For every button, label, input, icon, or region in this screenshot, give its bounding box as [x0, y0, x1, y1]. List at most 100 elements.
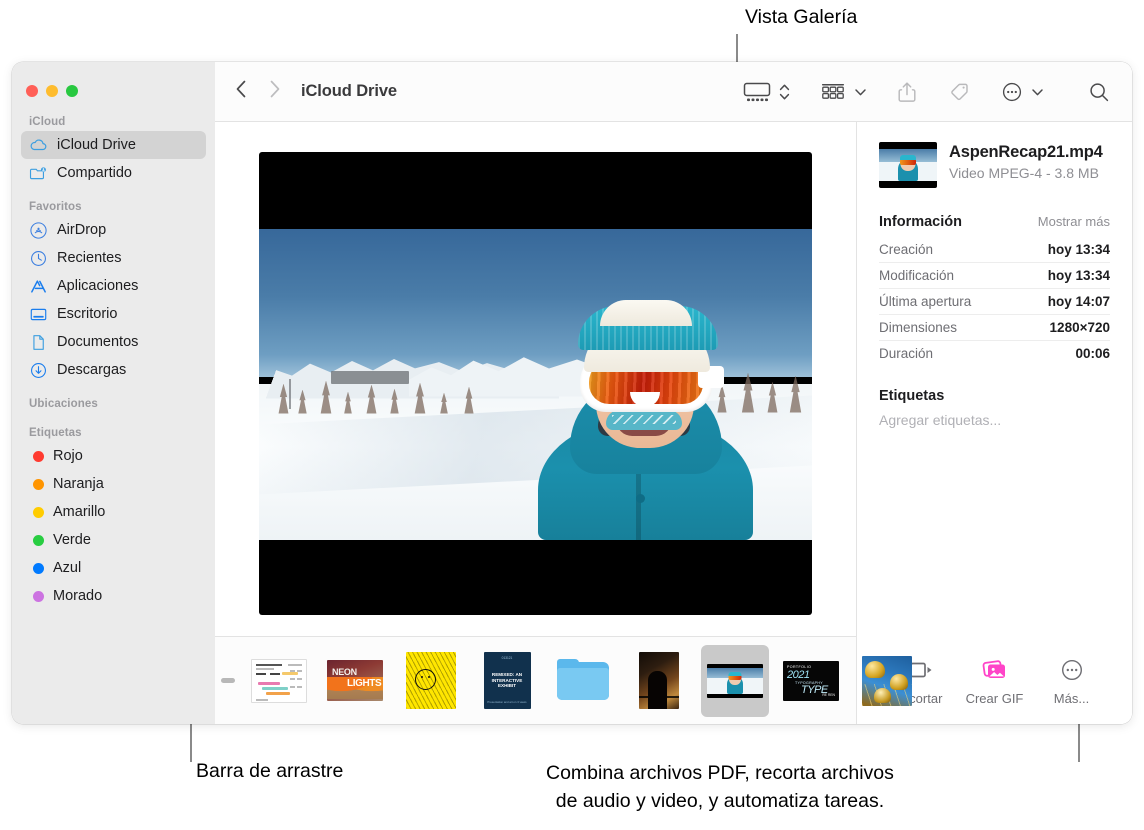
sidebar-group-etiquetas: Etiquetas Rojo Naranja Amarillo Verde Az… — [12, 427, 215, 610]
thumb-aspen-recap-video[interactable] — [701, 644, 769, 717]
preview-column: NEON LIGHTS 013121 REMIXED: AN INTERACTI… — [215, 122, 912, 724]
snowboarder-person — [530, 299, 760, 540]
silhouette-thumbnail — [639, 652, 679, 709]
thumb-typography-poster[interactable]: PORTFOLIO 2021 TYPOGRAPHY TYPE RE REN — [777, 645, 845, 717]
sidebar-group-ubicaciones: Ubicaciones — [12, 398, 215, 413]
quick-action-label: Crear GIF — [965, 691, 1024, 706]
minimize-button[interactable] — [46, 85, 58, 97]
exhibit-footer: Presentation and art on 3 views — [487, 700, 527, 704]
sidebar-item-tag-azul[interactable]: Azul — [21, 554, 206, 582]
sidebar-item-compartido[interactable]: Compartido — [21, 159, 206, 187]
thumb-thank-you-poster[interactable] — [397, 645, 465, 717]
tag-color-dot-blue — [33, 562, 44, 574]
sidebar-section-favoritos: Favoritos — [29, 201, 82, 213]
info-value: hoy 13:34 — [1047, 268, 1110, 283]
info-key: Creación — [879, 242, 934, 257]
thumb-neon-lights-poster[interactable]: NEON LIGHTS — [321, 645, 389, 717]
video-preview[interactable] — [259, 151, 812, 615]
tag-color-dot-orange — [33, 478, 44, 490]
sidebar-item-aplicaciones[interactable]: Aplicaciones — [21, 272, 206, 300]
sidebar-item-escritorio[interactable]: Escritorio — [21, 300, 206, 328]
forward-button[interactable] — [269, 79, 281, 104]
drag-bar[interactable] — [221, 678, 235, 683]
tag-color-dot-red — [33, 450, 44, 462]
close-button[interactable] — [26, 85, 38, 97]
more-actions-chevron-down-icon[interactable] — [1031, 81, 1044, 103]
share-icon[interactable] — [897, 80, 917, 104]
search-icon[interactable] — [1088, 81, 1110, 103]
group-by-chevron-down-icon[interactable] — [854, 81, 867, 103]
sidebar-item-label: Documentos — [57, 334, 139, 350]
type-year: 2021 — [787, 668, 810, 681]
video-thumbnail — [707, 663, 763, 698]
quick-action-mas[interactable]: Más... — [1034, 656, 1110, 706]
callout-quick-actions-line1: Combina archivos PDF, recorta archivos — [546, 762, 894, 784]
sidebar-item-label: Descargas — [57, 362, 127, 378]
sidebar-item-label: iCloud Drive — [57, 137, 136, 153]
tag-icon[interactable] — [947, 80, 971, 104]
sidebar-item-airdrop[interactable]: AirDrop — [21, 216, 206, 244]
file-thumbnail — [879, 142, 937, 188]
zoom-button[interactable] — [66, 85, 78, 97]
thumb-gold-balloons-photo[interactable] — [853, 645, 921, 717]
sidebar-item-documentos[interactable]: Documentos — [21, 328, 206, 356]
quick-action-crear-gif[interactable]: Crear GIF — [957, 656, 1033, 706]
view-switcher — [742, 81, 790, 103]
airdrop-icon — [29, 221, 48, 240]
group-by-control — [820, 81, 867, 103]
back-button[interactable] — [235, 79, 247, 104]
downloads-icon — [29, 361, 48, 380]
ellipsis-circle-icon — [1060, 656, 1084, 684]
thumb-silhouette-photo[interactable] — [625, 645, 693, 717]
video-frame-content — [259, 228, 812, 540]
info-key: Modificación — [879, 268, 955, 283]
add-tags-input[interactable]: Agregar etiquetas... — [879, 412, 1110, 428]
sidebar-section-etiquetas: Etiquetas — [29, 427, 82, 439]
chevron-updown-icon[interactable] — [779, 81, 790, 103]
sidebar-item-tag-verde[interactable]: Verde — [21, 526, 206, 554]
window-controls — [12, 70, 215, 97]
balloons-thumbnail — [862, 655, 912, 706]
path-title: iCloud Drive — [301, 82, 397, 100]
sidebar: iCloud iCloud Drive Compartido Favoritos — [12, 62, 215, 724]
sidebar-item-icloud-drive[interactable]: iCloud Drive — [21, 131, 206, 159]
thumb-folder[interactable] — [549, 645, 617, 717]
thumb-exhibit-poster[interactable]: 013121 REMIXED: AN INTERACTIVE EXHIBIT P… — [473, 645, 541, 717]
tag-color-dot-purple — [33, 590, 44, 602]
tag-color-dot-yellow — [33, 506, 44, 518]
ellipsis-circle-icon[interactable] — [1001, 81, 1023, 103]
gallery-view-icon[interactable] — [742, 81, 772, 103]
sidebar-item-descargas[interactable]: Descargas — [21, 356, 206, 384]
sidebar-item-tag-morado[interactable]: Morado — [21, 582, 206, 610]
neck-gaiter-print — [605, 409, 682, 430]
sidebar-item-tag-rojo[interactable]: Rojo — [21, 442, 206, 470]
thumbnail-list: NEON LIGHTS 013121 REMIXED: AN INTERACTI… — [245, 644, 921, 717]
neon-text-2: LIGHTS — [347, 678, 382, 689]
sidebar-item-label: Verde — [53, 532, 91, 548]
grid-group-icon[interactable] — [820, 81, 846, 103]
info-row-ultima-apertura: Última apertura hoy 14:07 — [879, 289, 1110, 315]
info-row-duracion: Duración 00:06 — [879, 341, 1110, 366]
sidebar-item-label: Azul — [53, 560, 82, 576]
thumb-chart-document[interactable] — [245, 645, 313, 717]
navigation-buttons — [235, 79, 281, 104]
callout-gallery-view: Vista Galería — [745, 6, 858, 28]
preview-stage — [215, 122, 856, 636]
file-subtitle: Video MPEG-4 - 3.8 MB — [949, 165, 1099, 181]
sidebar-item-tag-amarillo[interactable]: Amarillo — [21, 498, 206, 526]
exhibit-body: REMIXED: AN INTERACTIVE EXHIBIT — [491, 672, 523, 689]
callout-drag-bar: Barra de arrastre — [196, 760, 344, 782]
sidebar-item-tag-naranja[interactable]: Naranja — [21, 470, 206, 498]
show-more-link[interactable]: Mostrar más — [1038, 214, 1110, 229]
info-section-header: Información Mostrar más — [879, 214, 1110, 230]
document-thumbnail — [251, 658, 307, 703]
sidebar-group-icloud: iCloud iCloud Drive Compartido — [12, 116, 215, 187]
info-row-dimensiones: Dimensiones 1280×720 — [879, 315, 1110, 341]
sidebar-item-recientes[interactable]: Recientes — [21, 244, 206, 272]
sidebar-item-label: Compartido — [57, 165, 132, 181]
file-name: AspenRecap21.mp4 — [949, 143, 1103, 161]
sidebar-section-icloud: iCloud — [29, 116, 66, 128]
content-area: NEON LIGHTS 013121 REMIXED: AN INTERACTI… — [215, 122, 1132, 724]
info-value: hoy 14:07 — [1047, 294, 1110, 309]
callout-quick-actions-line2: de audio y video, y automatiza tareas. — [555, 789, 885, 812]
